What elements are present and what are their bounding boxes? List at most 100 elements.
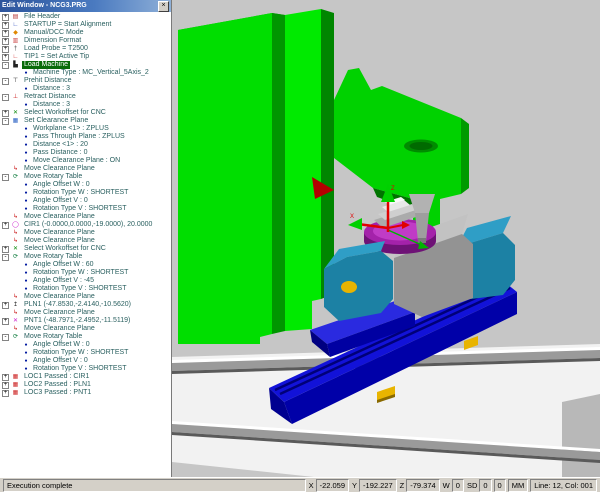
expand-collapse-icon[interactable]: +: [2, 22, 9, 29]
expand-collapse-icon[interactable]: +: [2, 302, 9, 309]
tree-item-label[interactable]: Pass Through Plane : ZPLUS: [31, 133, 127, 141]
tree-row[interactable]: ● Move Clearance Plane : ON: [0, 157, 171, 165]
expand-collapse-icon[interactable]: +: [2, 54, 9, 61]
tree-item-label[interactable]: Move Rotary Table: [22, 253, 84, 261]
tree-item-label[interactable]: Move Clearance Plane: [22, 309, 97, 317]
tree-item-label[interactable]: Move Clearance Plane: [22, 229, 97, 237]
tree-item-label[interactable]: Select Workoffset for CNC: [22, 109, 108, 117]
tree-row[interactable]: ↳ Move Clearance Plane: [0, 213, 171, 221]
tree-row[interactable]: ● Rotation Type W : SHORTEST: [0, 349, 171, 357]
tree-row[interactable]: ● Angle Offset W : 0: [0, 181, 171, 189]
tree-row[interactable]: ● Angle Offset V : -45: [0, 277, 171, 285]
tree-row[interactable]: ● Rotation Type V : SHORTEST: [0, 205, 171, 213]
tree-row[interactable]: ↳ Move Clearance Plane: [0, 237, 171, 245]
tree-item-label[interactable]: PNT1 (-48.7971,-2.4952,-11.5119): [22, 317, 132, 325]
expand-collapse-icon[interactable]: -: [2, 94, 9, 101]
tree-row[interactable]: - ⟳ Move Rotary Table: [0, 173, 171, 181]
tree-row[interactable]: ● Angle Offset V : 0: [0, 357, 171, 365]
tree-item-label[interactable]: Angle Offset V : 0: [31, 357, 90, 365]
tree-row[interactable]: ● Angle Offset V : 0: [0, 197, 171, 205]
tree-row[interactable]: ● Machine Type : MC_Vertical_5Axis_2: [0, 69, 171, 77]
tree-item-label[interactable]: Load Probe = T2500: [22, 45, 90, 53]
tree-item-label[interactable]: STARTUP = Start Alignment: [22, 21, 113, 29]
tree-item-label[interactable]: Move Clearance Plane: [22, 293, 97, 301]
tree-row[interactable]: - ⊤ Prehit Distance: [0, 77, 171, 85]
expand-collapse-icon[interactable]: +: [2, 14, 9, 21]
tree-row[interactable]: - ⊥ Retract Distance: [0, 93, 171, 101]
tree-item-label[interactable]: Angle Offset V : -45: [31, 277, 96, 285]
tree-row[interactable]: + ∟ STARTUP = Start Alignment: [0, 21, 171, 29]
expand-collapse-icon[interactable]: -: [2, 62, 9, 69]
expand-collapse-icon[interactable]: -: [2, 174, 9, 181]
tree-row[interactable]: + ∟ TIP1 = Set Active Tip: [0, 53, 171, 61]
tree-row[interactable]: + ✕ PNT1 (-48.7971,-2.4952,-11.5119): [0, 317, 171, 325]
tree-row[interactable]: ● Angle Offset W : 60: [0, 261, 171, 269]
tree-row[interactable]: ↳ Move Clearance Plane: [0, 325, 171, 333]
tree-item-label[interactable]: Rotation Type W : SHORTEST: [31, 189, 130, 197]
expand-collapse-icon[interactable]: +: [2, 30, 9, 37]
tree-item-label[interactable]: Prehit Distance: [22, 77, 73, 85]
edit-window-title-bar[interactable]: Edit Window - NCG3.PRG ×: [0, 0, 171, 12]
tree-item-label[interactable]: File Header: [22, 13, 62, 21]
tree-item-label[interactable]: LOC1 Passed : CIR1: [22, 373, 91, 381]
tree-row[interactable]: + ✕ Select Workoffset for CNC: [0, 245, 171, 253]
tree-row[interactable]: + ◆ Manual/DCC Mode: [0, 29, 171, 37]
tree-item-label[interactable]: Distance : 3: [31, 85, 72, 93]
expand-collapse-icon[interactable]: +: [2, 382, 9, 389]
tree-item-label[interactable]: Angle Offset W : 0: [31, 181, 92, 189]
tree-item-label[interactable]: LOC2 Passed : PLN1: [22, 381, 93, 389]
tree-item-label[interactable]: Distance : 3: [31, 101, 72, 109]
tree-item-label[interactable]: Move Clearance Plane: [22, 325, 97, 333]
tree-item-label[interactable]: PLN1 (-47.8530,-2.4140,-10.5620): [22, 301, 133, 309]
expand-collapse-icon[interactable]: -: [2, 78, 9, 85]
tree-item-label[interactable]: Move Clearance Plane: [22, 213, 97, 221]
tree-item-label[interactable]: Angle Offset W : 60: [31, 261, 96, 269]
tree-row[interactable]: ↳ Move Clearance Plane: [0, 293, 171, 301]
tree-row[interactable]: + ▦ LOC1 Passed : CIR1: [0, 373, 171, 381]
tree-row[interactable]: ● Pass Distance : 0: [0, 149, 171, 157]
tree-row[interactable]: ↳ Move Clearance Plane: [0, 165, 171, 173]
expand-collapse-icon[interactable]: +: [2, 246, 9, 253]
tree-row[interactable]: ● Rotation Type W : SHORTEST: [0, 189, 171, 197]
tree-row[interactable]: + ▥ Dimension Format: [0, 37, 171, 45]
tree-row[interactable]: - ⟳ Move Rotary Table: [0, 253, 171, 261]
tree-item-label[interactable]: Rotation Type V : SHORTEST: [31, 285, 129, 293]
tree-row[interactable]: ● Rotation Type V : SHORTEST: [0, 365, 171, 373]
tree-item-label[interactable]: Move Rotary Table: [22, 333, 84, 341]
tree-row[interactable]: - ▦ Set Clearance Plane: [0, 117, 171, 125]
expand-collapse-icon[interactable]: +: [2, 222, 9, 229]
expand-collapse-icon[interactable]: +: [2, 110, 9, 117]
tree-item-label[interactable]: Move Clearance Plane: [22, 237, 97, 245]
tree-row[interactable]: ● Angle Offset W : 0: [0, 341, 171, 349]
tree-item-label[interactable]: Rotation Type V : SHORTEST: [31, 365, 129, 373]
tree-row[interactable]: + ▤ File Header: [0, 13, 171, 21]
tree-item-label[interactable]: Pass Distance : 0: [31, 149, 89, 157]
machine-3d-viewport[interactable]: Z X: [172, 0, 600, 477]
tree-item-label[interactable]: Load Machine: [22, 61, 70, 69]
tree-row[interactable]: ↳ Move Clearance Plane: [0, 229, 171, 237]
tree-row[interactable]: + ▦ LOC2 Passed : PLN1: [0, 381, 171, 389]
expand-collapse-icon[interactable]: +: [2, 318, 9, 325]
tree-item-label[interactable]: Manual/DCC Mode: [22, 29, 86, 37]
tree-row[interactable]: + ▦ LOC3 Passed : PNT1: [0, 389, 171, 397]
close-icon[interactable]: ×: [158, 1, 169, 12]
tree-row[interactable]: ● Distance <1> : 20: [0, 141, 171, 149]
tree-item-label[interactable]: Select Workoffset for CNC: [22, 245, 108, 253]
expand-collapse-icon[interactable]: +: [2, 46, 9, 53]
tree-item-label[interactable]: Rotation Type V : SHORTEST: [31, 205, 129, 213]
expand-collapse-icon[interactable]: -: [2, 334, 9, 341]
tree-item-label[interactable]: Move Clearance Plane : ON: [31, 157, 122, 165]
tree-row[interactable]: + ◯ CIR1 (-0.0000,0.0000,-19.0000), 20.0…: [0, 221, 171, 229]
tree-item-label[interactable]: Set Clearance Plane: [22, 117, 90, 125]
tree-row[interactable]: ● Distance : 3: [0, 101, 171, 109]
tree-item-label[interactable]: Distance <1> : 20: [31, 141, 90, 149]
expand-collapse-icon[interactable]: +: [2, 390, 9, 397]
tree-item-label[interactable]: Angle Offset W : 0: [31, 341, 92, 349]
tree-item-label[interactable]: Workplane <1> : ZPLUS: [31, 125, 111, 133]
tree-item-label[interactable]: Move Rotary Table: [22, 173, 84, 181]
tree-item-label[interactable]: Retract Distance: [22, 93, 78, 101]
tree-item-label[interactable]: Move Clearance Plane: [22, 165, 97, 173]
expand-collapse-icon[interactable]: -: [2, 254, 9, 261]
expand-collapse-icon[interactable]: +: [2, 374, 9, 381]
tree-row[interactable]: + ✕ Select Workoffset for CNC: [0, 109, 171, 117]
